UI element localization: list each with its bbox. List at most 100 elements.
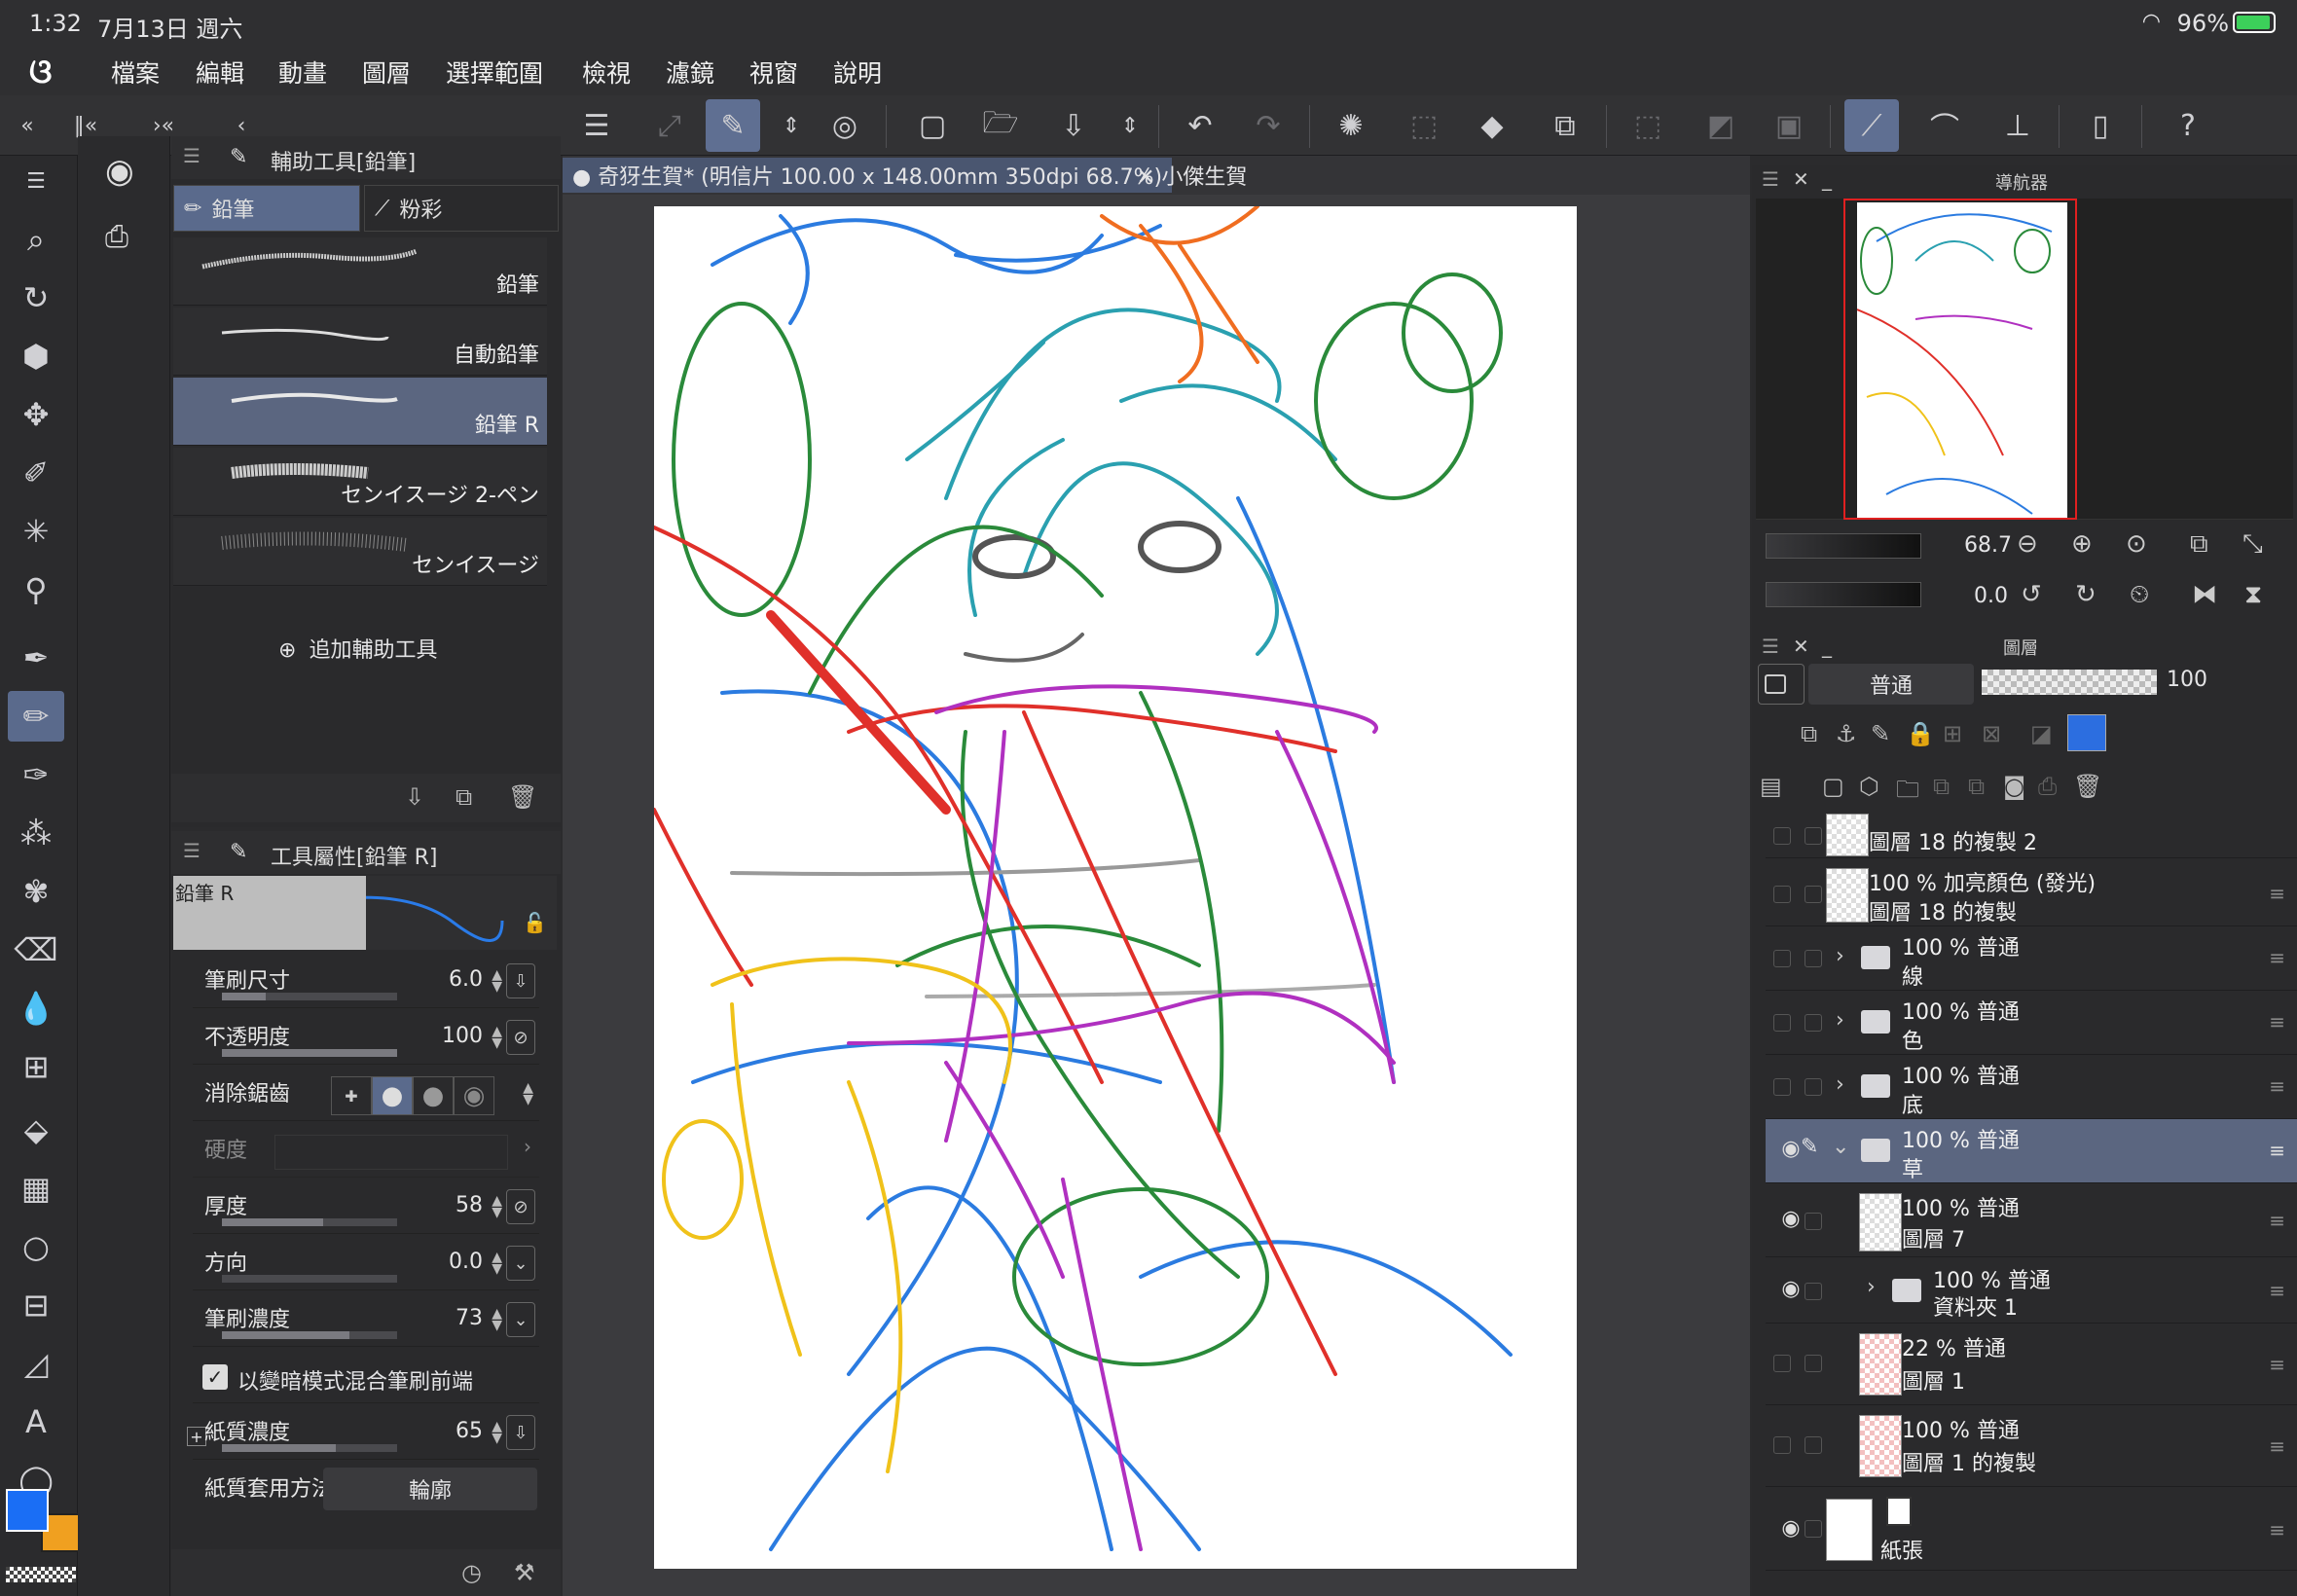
tab-document-current[interactable]: ● 奇犽生賀* (明信片 100.00 x 148.00mm 350dpi 68… [563,158,1173,193]
edit-checkbox[interactable] [1805,1078,1822,1096]
visibility-checkbox[interactable] [1773,1078,1791,1096]
visibility-checkbox[interactable] [1773,1355,1791,1372]
ruler-layer-icon[interactable]: ◪ [2030,720,2053,747]
layer-row[interactable]: 100 % 加亮顏色 (發光) 圖層 18 的複製 ≡ [1766,862,2297,926]
ruler-icon[interactable]: ◿ [8,1338,64,1389]
pencil-icon[interactable]: ✏ [8,691,64,742]
minimize-icon[interactable]: _ [1822,635,1832,658]
stepper-icon[interactable]: ⇕ [1103,99,1157,152]
menu-help[interactable]: 說明 [833,54,882,90]
visibility-checkbox[interactable] [1773,886,1791,903]
prop-slider[interactable] [222,1444,397,1452]
paper-method-select[interactable]: 輪廓 [323,1468,537,1510]
layer-folder-row[interactable]: › 100 % 普通 底 ≡ [1766,1055,2297,1119]
prop-thickness[interactable]: 厚度 58 ▲ ▼ ⊘ [193,1181,539,1234]
layer-folder-row[interactable]: ◉ › 100 % 普通 資料夾 1 ≡ [1766,1259,2297,1324]
actual-size-icon[interactable]: ⧉ [2190,529,2208,560]
draft-icon[interactable]: ✎ [1871,720,1890,747]
chevron-right-icon[interactable]: › [1836,944,1844,968]
drawing-canvas[interactable] [654,206,1577,1569]
menu-edit[interactable]: 編輯 [196,54,244,90]
panel-collapse-icon[interactable]: « [0,99,55,152]
edit-checkbox[interactable] [1805,1014,1822,1032]
layer-folder-row-selected[interactable]: ◉ ✎ ⌄ 100 % 普通 草 ≡ [1766,1119,2297,1183]
deselect-icon[interactable]: ⬚ [1621,99,1675,152]
drag-handle-icon[interactable]: ≡ [2269,1279,2285,1302]
blend-icon[interactable]: 💧 [8,983,64,1034]
import-subtool-icon[interactable]: ⇩ [405,783,424,811]
drag-handle-icon[interactable]: ≡ [2269,1139,2285,1162]
minimize-icon[interactable]: _ [1822,167,1832,191]
panel-menu-icon[interactable]: ☰ [183,839,201,862]
tab-pastel[interactable]: ⟋ 粉彩 [364,185,559,232]
edit-checkbox[interactable] [1805,1520,1822,1538]
selection-icon[interactable]: ⬚ [1397,99,1451,152]
prop-opacity[interactable]: 不透明度 100 ▲ ▼ ⊘ [193,1012,539,1065]
record-icon[interactable]: ◉ [105,152,134,191]
layer-folder-row[interactable]: › 100 % 普通 線 ≡ [1766,926,2297,991]
trash-icon[interactable]: 🗑 [2073,773,2102,800]
menu-window[interactable]: 視窗 [749,54,798,90]
reset-rotate-icon[interactable]: ⏲ [2130,580,2149,610]
border-icon[interactable]: ▣ [1762,99,1816,152]
antialias-mid-icon[interactable]: ● [413,1076,454,1115]
checkbox-checked-icon[interactable]: ✓ [202,1364,228,1390]
clip-icon[interactable]: ⧉ [1801,720,1817,747]
palette-menu-icon[interactable]: ☰ [8,156,64,206]
layer-row[interactable]: 100 % 普通 圖層 1 的複製 ≡ [1766,1407,2297,1487]
rotate-slider[interactable] [1766,582,1921,607]
chevron-right-icon[interactable]: › [1867,1275,1876,1299]
edit-checkbox[interactable] [1805,1355,1822,1372]
ruler-snap-icon[interactable]: ⟋ [1844,99,1899,152]
layer-row[interactable]: 22 % 普通 圖層 1 ≡ [1766,1325,2297,1405]
pen-snap-icon[interactable]: ⊥ [1990,99,2045,152]
prop-slider[interactable] [222,1331,397,1339]
close-icon[interactable]: ✕ [1793,167,1809,191]
stepper-icon[interactable]: ▲ ▼ [492,1420,502,1445]
panel-menu-icon[interactable]: ☰ [1762,635,1779,658]
brush-item[interactable]: 鉛筆 [173,237,547,306]
trash-icon[interactable]: 🗑 [508,783,537,811]
visibility-checkbox[interactable] [1773,950,1791,967]
merge-down-icon[interactable]: ⧉ [1968,773,1985,800]
expand-plus-icon[interactable]: + [187,1427,206,1446]
new-file-icon[interactable]: ▢ [905,99,960,152]
brush-item[interactable]: 自動鉛筆 [173,308,547,376]
main-color-swatch[interactable] [6,1489,49,1532]
move-icon[interactable]: ✥ [8,389,64,440]
spiral-icon[interactable]: ◎ [818,99,872,152]
help-icon[interactable]: ? [2161,99,2215,152]
new-raster-layer-icon[interactable]: ▢ [1822,773,1844,800]
decoration-icon[interactable]: ✾ [8,866,64,917]
pen-icon[interactable]: ✒ [8,633,64,683]
prop-direction[interactable]: 方向 0.0 ▲ ▼ ⌄ [193,1238,539,1290]
stepper-icon[interactable]: ▲ ▼ [523,1081,533,1106]
lock-icon[interactable]: 🔒 [1906,720,1935,747]
prop-brush-density[interactable]: 筆刷濃度 73 ▲ ▼ ⌄ [193,1294,539,1347]
drag-handle-icon[interactable]: ≡ [2269,1434,2285,1458]
lock-alpha-icon[interactable]: ⊞ [1943,720,1962,747]
prop-slider[interactable] [222,1049,397,1057]
antialias-none-icon[interactable]: ✚ [331,1076,372,1115]
brush-item[interactable]: センイスージ 2-ペン [173,448,547,516]
chevron-right-icon[interactable]: › [1836,1008,1844,1033]
transparent-color-swatch[interactable] [6,1567,76,1582]
flip-horizontal-icon[interactable]: ⧓ [2192,580,2217,609]
layer-color-toggle[interactable] [1758,664,1805,705]
menu-animation[interactable]: 動畫 [278,54,327,90]
mask-icon[interactable]: ⊠ [1982,720,2001,747]
drag-handle-icon[interactable]: ≡ [2269,1010,2285,1034]
layer-folder-row[interactable]: › 100 % 普通 色 ≡ [1766,991,2297,1055]
device-icon[interactable]: ▯ [2073,99,2128,152]
object-select-icon[interactable]: ⬢ [8,331,64,381]
undo-icon[interactable]: ↶ [1173,99,1227,152]
brush-icon[interactable]: ✑ [8,749,64,800]
rotate-icon[interactable]: ↻ [8,272,64,323]
gradient-icon[interactable]: ▦ [8,1163,64,1214]
eraser-icon[interactable]: ⌫ [8,925,64,975]
blend-mode-select[interactable]: 普通 [1808,664,1974,705]
tab-pencil[interactable]: ✏ 鉛筆 [173,185,360,232]
edit-checkbox[interactable] [1805,886,1822,903]
reference-icon[interactable]: ⚓ [1836,720,1857,747]
edit-checkbox[interactable] [1805,1213,1822,1230]
